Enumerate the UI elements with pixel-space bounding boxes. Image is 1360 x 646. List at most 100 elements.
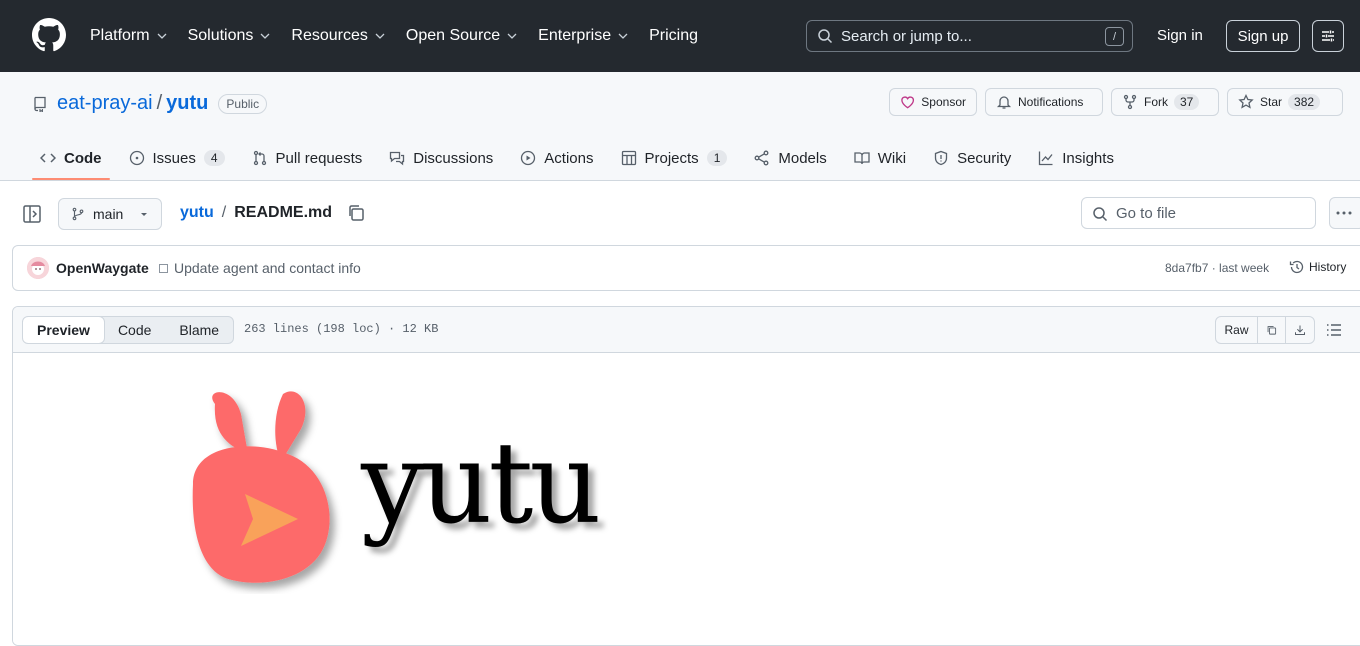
- tab-issues[interactable]: Issues 4: [121, 136, 233, 180]
- tab-label: Actions: [544, 149, 594, 167]
- nav-resources[interactable]: Resources: [291, 27, 385, 45]
- fork-icon: [1123, 94, 1137, 110]
- nav-label: Solutions: [187, 27, 254, 44]
- tab-label: Wiki: [877, 149, 907, 167]
- repo-header: eat-pray-ai / yutu Public Sponsor Notifi…: [0, 72, 1360, 181]
- history-icon: [1289, 260, 1304, 274]
- file-toolbar: Preview Code Blame 263 lines (198 loc) ·…: [13, 307, 1360, 353]
- search-icon: [1093, 207, 1108, 222]
- download-icon: [1295, 325, 1305, 335]
- actions-icon: [521, 150, 536, 166]
- tab-projects[interactable]: Projects 1: [613, 136, 736, 180]
- nav-label: Open Source: [405, 27, 501, 44]
- tab-wiki[interactable]: Wiki: [846, 136, 914, 180]
- menu-button[interactable]: [1312, 20, 1344, 52]
- sponsor-button[interactable]: Sponsor: [889, 88, 977, 116]
- breadcrumb-separator: /: [221, 204, 227, 221]
- yutu-logo-image: [192, 391, 330, 583]
- notifications-button[interactable]: Notifications: [985, 88, 1103, 116]
- avatar[interactable]: [27, 257, 49, 279]
- file-navigation: main yutu / README.md Go to file: [0, 182, 1360, 244]
- star-icon: [1238, 94, 1254, 109]
- commit-author-link[interactable]: OpenWaygate: [56, 260, 149, 276]
- tab-label: Discussions: [413, 149, 494, 167]
- tab-insights[interactable]: Insights: [1030, 136, 1122, 180]
- commit-message[interactable]: Update agent and contact info: [159, 260, 361, 276]
- nav-platform[interactable]: Platform: [90, 27, 168, 45]
- star-button[interactable]: Star 382: [1227, 88, 1343, 116]
- tab-label: Security: [957, 149, 1012, 167]
- sidebar-expand-icon[interactable]: [22, 204, 42, 224]
- star-label: Star: [1260, 95, 1283, 109]
- copy-icon[interactable]: [346, 203, 366, 223]
- chevron-down-icon: [260, 33, 270, 39]
- code-view-tab[interactable]: Code: [104, 317, 165, 343]
- tab-label: Pull requests: [275, 149, 363, 167]
- blame-tab[interactable]: Blame: [165, 317, 233, 343]
- pull-request-icon: [253, 150, 266, 166]
- fork-button[interactable]: Fork 37: [1111, 88, 1219, 116]
- github-logo-icon[interactable]: [32, 18, 66, 52]
- commit-sha-time[interactable]: 8da7fb7 · last week: [1165, 261, 1269, 275]
- issue-icon: [129, 150, 144, 166]
- nav-open-source[interactable]: Open Source: [406, 27, 518, 45]
- nav-label: Resources: [291, 27, 368, 44]
- go-to-file-placeholder: Go to file: [1116, 204, 1177, 222]
- tab-discussions[interactable]: Discussions: [381, 136, 501, 180]
- latest-commit-bar: OpenWaygate Update agent and contact inf…: [12, 245, 1360, 291]
- sign-in-link[interactable]: Sign in: [1157, 27, 1203, 44]
- nav-label: Enterprise: [538, 27, 612, 44]
- view-mode-switcher: Preview Code Blame: [22, 316, 235, 344]
- file-viewer: Preview Code Blame 263 lines (198 loc) ·…: [12, 306, 1360, 646]
- copy-icon: [1267, 326, 1277, 335]
- heart-icon: [901, 96, 915, 109]
- git-branch-icon: [72, 207, 84, 221]
- nav-pricing[interactable]: Pricing: [649, 27, 698, 45]
- chevron-down-icon: [618, 33, 628, 39]
- nav-solutions[interactable]: Solutions: [188, 27, 272, 45]
- tab-models[interactable]: Models: [746, 136, 834, 180]
- filter-menu-icon: [1322, 30, 1334, 42]
- nav-enterprise[interactable]: Enterprise: [538, 27, 629, 45]
- search-shortcut-key: /: [1105, 27, 1124, 46]
- raw-button[interactable]: Raw: [1216, 317, 1258, 343]
- repo-name-link[interactable]: yutu: [166, 92, 208, 115]
- breadcrumb-repo-link[interactable]: yutu: [180, 204, 214, 222]
- search-input[interactable]: Search or jump to... /: [806, 20, 1133, 52]
- download-button[interactable]: [1286, 317, 1314, 343]
- discussions-icon: [390, 151, 405, 166]
- preview-tab[interactable]: Preview: [23, 317, 105, 343]
- global-header: Platform Solutions Resources Open Source…: [0, 0, 1360, 72]
- list-outline-icon[interactable]: [1325, 321, 1343, 339]
- tab-security[interactable]: Security: [925, 136, 1019, 180]
- history-button[interactable]: History: [1289, 259, 1346, 275]
- history-label: History: [1309, 260, 1347, 274]
- tab-label: Code: [64, 149, 102, 167]
- tab-label: Issues: [152, 149, 196, 167]
- tab-label: Projects: [644, 149, 699, 167]
- copy-raw-button[interactable]: [1258, 317, 1286, 343]
- tab-actions[interactable]: Actions: [512, 136, 601, 180]
- fork-label: Fork: [1144, 95, 1168, 109]
- more-options-button[interactable]: [1329, 197, 1360, 229]
- tab-pull-requests[interactable]: Pull requests: [244, 136, 371, 180]
- branch-selector[interactable]: main: [58, 198, 162, 230]
- breadcrumb: yutu / README.md: [180, 204, 332, 222]
- fork-count: 37: [1174, 94, 1200, 110]
- visibility-badge: Public: [218, 93, 268, 114]
- projects-icon: [621, 150, 636, 166]
- repo-owner-link[interactable]: eat-pray-ai: [57, 92, 153, 115]
- search-icon: [818, 29, 833, 44]
- graph-icon: [1039, 151, 1053, 166]
- nav-label: Pricing: [649, 27, 698, 44]
- issues-count: 4: [203, 150, 225, 166]
- repo-path-separator: /: [156, 92, 163, 114]
- triangle-down-icon: [141, 213, 148, 216]
- notifications-label: Notifications: [1018, 95, 1084, 109]
- chevron-down-icon: [157, 33, 167, 39]
- tab-code[interactable]: Code: [32, 136, 110, 180]
- sign-up-button[interactable]: Sign up: [1226, 20, 1300, 52]
- projects-count: 1: [706, 150, 728, 166]
- go-to-file-input[interactable]: Go to file: [1081, 197, 1316, 229]
- bell-icon: [996, 96, 1012, 109]
